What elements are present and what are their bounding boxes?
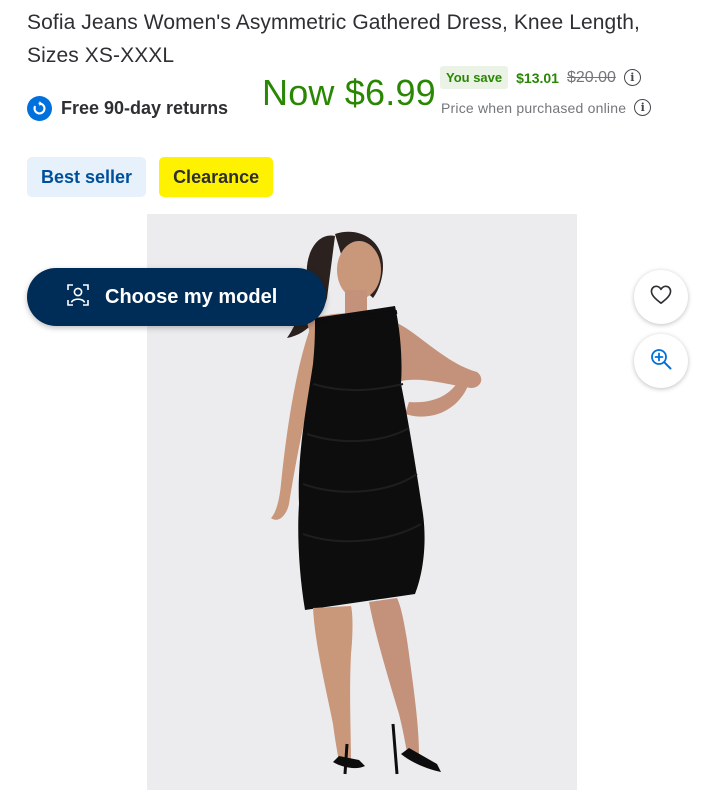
savings-row: You save $13.01 $20.00 i [440, 66, 641, 89]
zoom-button[interactable] [634, 334, 688, 388]
save-amount: $13.01 [516, 69, 559, 86]
you-save-badge: You save [440, 66, 509, 89]
info-icon[interactable]: i [623, 69, 641, 86]
returns-label: Free 90-day returns [61, 98, 229, 118]
current-price: Now $6.99 [262, 72, 436, 113]
was-price: $20.00 [566, 68, 616, 86]
best-seller-badge: Best seller [27, 157, 147, 197]
returns-icon [27, 96, 52, 121]
favorite-button[interactable] [634, 270, 688, 324]
choose-my-model-button[interactable]: Choose my model [27, 268, 326, 326]
free-returns[interactable]: Free 90-day returns [27, 96, 228, 121]
person-scan-icon [65, 282, 91, 313]
heart-icon [650, 285, 672, 310]
price-note-row: Price when purchased online i [441, 99, 652, 116]
zoom-in-icon [649, 347, 673, 376]
info-icon[interactable]: i [634, 99, 652, 116]
badges: Best seller Clearance [27, 157, 274, 197]
product-title: Sofia Jeans Women's Asymmetric Gathered … [27, 11, 640, 67]
choose-my-model-label: Choose my model [105, 285, 278, 308]
clearance-badge: Clearance [159, 157, 274, 197]
price-note: Price when purchased online [441, 99, 627, 116]
